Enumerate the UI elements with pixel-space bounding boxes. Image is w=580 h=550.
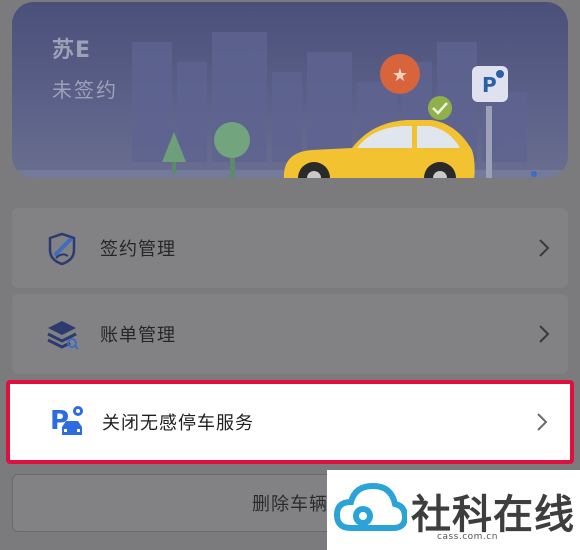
chevron-right-icon [539,239,550,257]
menu-item-label: 关闭无感停车服务 [102,413,254,434]
svg-text:★: ★ [392,65,408,86]
watermark: 社科在线 cass.com.cn [327,470,580,550]
tree-icon [214,122,250,178]
license-plate: 苏E [52,38,92,63]
sign-status: 未签约 [52,78,118,102]
svg-text:P: P [482,73,497,97]
chevron-right-icon [537,413,548,431]
menu-item-close-parking-service[interactable]: P 关闭无感停车服务 [6,380,574,464]
menu-item-bill-management[interactable]: 账单管理 [12,294,568,374]
parking-car-icon: P [50,406,83,436]
check-badge-icon [428,96,452,120]
chevron-right-icon [539,325,550,343]
star-badge-icon: ★ [380,54,420,94]
cloud-logo-icon [333,482,407,531]
sign-contract-icon [48,232,76,266]
vehicle-card: ★ P 苏E 未签约 [12,2,568,178]
watermark-domain: cass.com.cn [437,532,498,542]
menu-item-label: 账单管理 [100,325,176,346]
menu-item-contract-management[interactable]: 签约管理 [12,208,568,288]
menu-item-label: 签约管理 [100,239,176,260]
bill-stack-icon [47,321,79,350]
